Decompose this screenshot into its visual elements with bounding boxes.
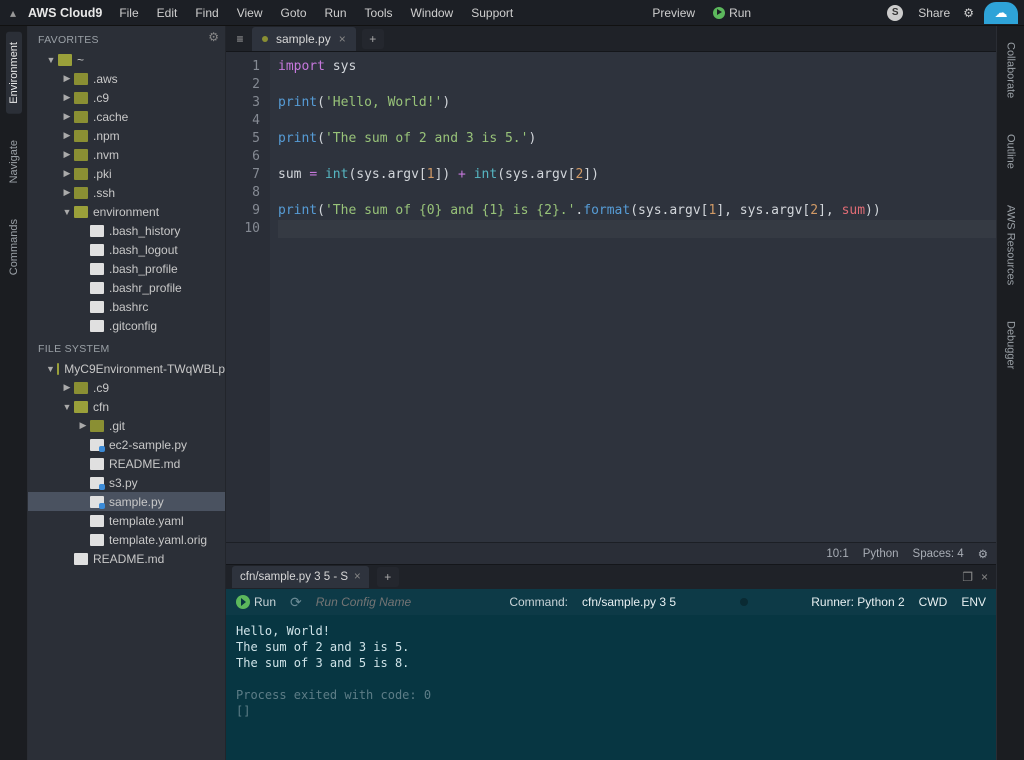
settings-gear-icon[interactable]: ⚙ — [959, 6, 978, 20]
terminal-panel: cfn/sample.py 3 5 - S × + ❐ × Run ⟳ — [226, 564, 996, 760]
run-label: Run — [729, 0, 751, 26]
command-label: Command: — [509, 595, 568, 609]
terminal-tab[interactable]: cfn/sample.py 3 5 - S × — [232, 566, 369, 588]
status-bar: 10:1 Python Spaces: 4 ⚙ — [226, 542, 996, 564]
add-tab-button[interactable]: + — [362, 29, 384, 49]
tree-item-readme-md[interactable]: README.md — [28, 549, 225, 568]
sidebar: ⚙ FAVORITES ▼~▶.aws▶.c9▶.cache▶.npm▶.nvm… — [28, 26, 226, 760]
runner-button[interactable]: Runner: Python 2 — [811, 595, 904, 609]
tree-item--nvm[interactable]: ▶.nvm — [28, 145, 225, 164]
tree-item-environment[interactable]: ▼environment — [28, 202, 225, 221]
tree-item--gitconfig[interactable]: .gitconfig — [28, 316, 225, 335]
run-button[interactable]: Run — [704, 0, 760, 26]
env-button[interactable]: ENV — [961, 595, 986, 609]
brand: AWS Cloud9 — [20, 6, 110, 20]
right-tab-collaborate[interactable]: Collaborate — [1003, 32, 1019, 108]
menu-window[interactable]: Window — [402, 6, 463, 20]
menu-tools[interactable]: Tools — [356, 6, 402, 20]
run-config-name-input[interactable] — [316, 595, 446, 609]
status-position[interactable]: 10:1 — [826, 548, 848, 560]
file-tab-dot-icon — [262, 36, 268, 42]
code-editor[interactable]: 12345678910 import sysprint('Hello, Worl… — [226, 52, 996, 542]
tree-item--bash-logout[interactable]: .bash_logout — [28, 240, 225, 259]
right-tab-aws-resources[interactable]: AWS Resources — [1003, 195, 1019, 295]
code-body[interactable]: import sysprint('Hello, World!')print('T… — [270, 52, 996, 542]
menubar: ▴ AWS Cloud9 FileEditFindViewGotoRunTool… — [0, 0, 1024, 26]
status-spaces[interactable]: Spaces: 4 — [913, 548, 964, 560]
favorites-label: FAVORITES — [28, 26, 225, 50]
status-language[interactable]: Python — [863, 548, 899, 560]
tree-item--bash-history[interactable]: .bash_history — [28, 221, 225, 240]
favorites-root[interactable]: ▼~ — [28, 50, 225, 69]
tree-item-cfn[interactable]: ▼cfn — [28, 397, 225, 416]
tree-item--c9[interactable]: ▶.c9 — [28, 378, 225, 397]
terminal-toolbar: Run ⟳ Command: cfn/sample.py 3 5 Runner:… — [226, 589, 996, 615]
tree-item--aws[interactable]: ▶.aws — [28, 69, 225, 88]
menu-goto[interactable]: Goto — [271, 6, 315, 20]
tree-item-readme-md[interactable]: README.md — [28, 454, 225, 473]
menu-view[interactable]: View — [228, 6, 272, 20]
tree-item-template-yaml-orig[interactable]: template.yaml.orig — [28, 530, 225, 549]
tree-item--cache[interactable]: ▶.cache — [28, 107, 225, 126]
sidebar-gear-icon[interactable]: ⚙ — [208, 30, 219, 44]
terminal-run-button[interactable]: Run — [236, 595, 276, 609]
tree-item--c9[interactable]: ▶.c9 — [28, 88, 225, 107]
left-tab-commands[interactable]: Commands — [6, 209, 22, 285]
tab-menu-icon[interactable]: ≡ — [230, 32, 250, 46]
preview-button[interactable]: Preview — [643, 0, 704, 26]
file-tab-label: sample.py — [276, 32, 331, 46]
left-tab-environment[interactable]: Environment — [6, 32, 22, 114]
left-gutter: Environment Navigate Commands — [0, 26, 28, 760]
terminal-maximize-icon[interactable]: ❐ — [962, 570, 973, 584]
terminal-run-label: Run — [254, 595, 276, 609]
cloud9-icon[interactable]: ☁ — [984, 2, 1018, 24]
right-gutter: Collaborate Outline AWS Resources Debugger — [996, 26, 1024, 760]
terminal-tab-close-icon[interactable]: × — [354, 571, 361, 583]
menu-edit[interactable]: Edit — [148, 6, 187, 20]
file-tab[interactable]: sample.py × — [252, 27, 356, 51]
play-icon — [236, 595, 250, 609]
tree-item--ssh[interactable]: ▶.ssh — [28, 183, 225, 202]
right-tab-outline[interactable]: Outline — [1003, 124, 1019, 179]
terminal-close-icon[interactable]: × — [981, 570, 988, 584]
filesystem-root[interactable]: ▼MyC9Environment-TWqWBLp — [28, 359, 225, 378]
terminal-add-tab-button[interactable]: + — [377, 567, 399, 587]
terminal-output[interactable]: Hello, World! The sum of 2 and 3 is 5. T… — [226, 615, 996, 760]
editor-tabbar: ≡ sample.py × + — [226, 26, 996, 52]
share-button[interactable]: Share — [909, 0, 959, 26]
left-tab-navigate[interactable]: Navigate — [6, 130, 22, 193]
tree-item--pki[interactable]: ▶.pki — [28, 164, 225, 183]
terminal-tab-label: cfn/sample.py 3 5 - S — [240, 571, 348, 583]
tree-item-sample-py[interactable]: sample.py — [28, 492, 225, 511]
terminal-tabbar: cfn/sample.py 3 5 - S × + ❐ × — [226, 565, 996, 589]
tree-item-template-yaml[interactable]: template.yaml — [28, 511, 225, 530]
tree-item--git[interactable]: ▶.git — [28, 416, 225, 435]
cwd-button[interactable]: CWD — [919, 595, 948, 609]
close-tab-icon[interactable]: × — [339, 32, 346, 46]
line-number-gutter: 12345678910 — [226, 52, 270, 542]
tree-item--bash-profile[interactable]: .bash_profile — [28, 259, 225, 278]
main-area: ≡ sample.py × + 12345678910 import syspr… — [226, 26, 996, 760]
tree-item-ec2-sample-py[interactable]: ec2-sample.py — [28, 435, 225, 454]
right-tab-debugger[interactable]: Debugger — [1003, 311, 1019, 379]
terminal-reload-icon[interactable]: ⟳ — [290, 594, 302, 611]
tree-item--npm[interactable]: ▶.npm — [28, 126, 225, 145]
menu-find[interactable]: Find — [186, 6, 227, 20]
menu-support[interactable]: Support — [462, 6, 522, 20]
tree-item-s3-py[interactable]: s3.py — [28, 473, 225, 492]
tree-item--bashrc[interactable]: .bashrc — [28, 297, 225, 316]
avatar[interactable]: S — [887, 5, 903, 21]
menu-file[interactable]: File — [110, 6, 147, 20]
status-dot-icon — [740, 598, 748, 606]
tree-item--bashr-profile[interactable]: .bashr_profile — [28, 278, 225, 297]
status-gear-icon[interactable]: ⚙ — [978, 547, 988, 561]
menubar-toggle-icon[interactable]: ▴ — [6, 6, 20, 20]
command-value[interactable]: cfn/sample.py 3 5 — [582, 595, 676, 609]
menu-run[interactable]: Run — [316, 6, 356, 20]
filesystem-label: FILE SYSTEM — [28, 335, 225, 359]
play-icon — [713, 7, 725, 19]
